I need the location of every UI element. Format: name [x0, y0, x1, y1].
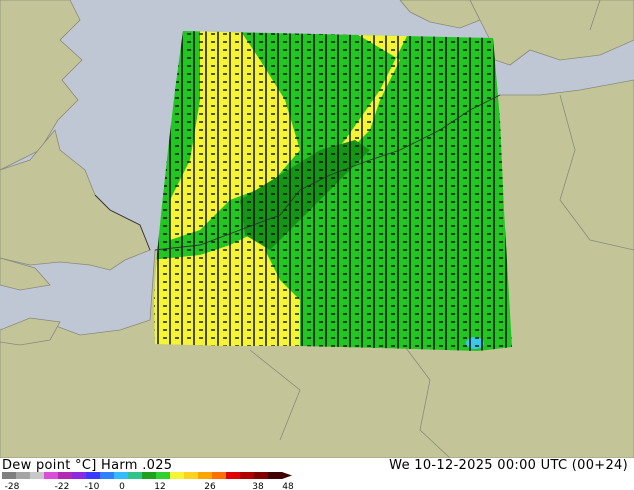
color-scale-ticks: -28 -22 -10 0 12 26 38 48	[5, 482, 294, 490]
map-title: Dew point °C] Harm .025	[2, 458, 172, 473]
color-scale-swatch	[254, 472, 269, 479]
color-scale-swatch	[100, 472, 115, 479]
color-scale-tick-label: 48	[282, 482, 294, 490]
color-scale-tick-label: 12	[154, 482, 165, 490]
color-scale-swatch	[58, 472, 73, 479]
color-scale-swatch	[268, 472, 283, 479]
color-scale-tick-label: -28	[5, 482, 20, 490]
color-scale-swatch	[240, 472, 255, 479]
color-scale-swatch	[30, 472, 45, 479]
color-scale-swatch	[72, 472, 87, 479]
color-scale-swatch	[184, 472, 199, 479]
map-viewer: Dew point °C] Harm .025 We 10-12-2025 00…	[0, 0, 634, 490]
color-scale-swatch	[156, 472, 171, 479]
color-scale-tick-label: 0	[119, 482, 125, 490]
model-label: Harm .025	[101, 458, 173, 473]
color-scale-arrow	[282, 472, 292, 479]
product-label: Dew point °C]	[2, 458, 97, 473]
dewpoint-field	[154, 31, 512, 351]
color-scale-tick-label: -22	[55, 482, 70, 490]
map-canvas	[0, 0, 634, 458]
color-scale-swatch	[142, 472, 157, 479]
color-scale-swatch	[44, 472, 59, 479]
color-scale-swatch	[198, 472, 213, 479]
color-scale-swatch	[170, 472, 185, 479]
color-scale-swatch	[2, 472, 17, 479]
color-scale-swatch	[86, 472, 101, 479]
color-scale-swatch	[128, 472, 143, 479]
valid-time: We 10-12-2025 00:00 UTC (00+24)	[389, 458, 628, 473]
color-scale-tick-label: -10	[85, 482, 100, 490]
color-scale-swatch	[212, 472, 227, 479]
color-scale: -28 -22 -10 0 12 26 38 48	[2, 472, 294, 490]
color-scale-swatches	[2, 472, 283, 479]
color-scale-swatch	[16, 472, 31, 479]
color-scale-swatch	[114, 472, 129, 479]
footer-bar: Dew point °C] Harm .025 We 10-12-2025 00…	[0, 458, 634, 490]
map-panel[interactable]	[0, 0, 634, 458]
station-plots	[154, 31, 512, 351]
color-scale-tick-label: 38	[252, 482, 264, 490]
color-scale-swatch	[226, 472, 241, 479]
color-scale-tick-label: 26	[204, 482, 216, 490]
